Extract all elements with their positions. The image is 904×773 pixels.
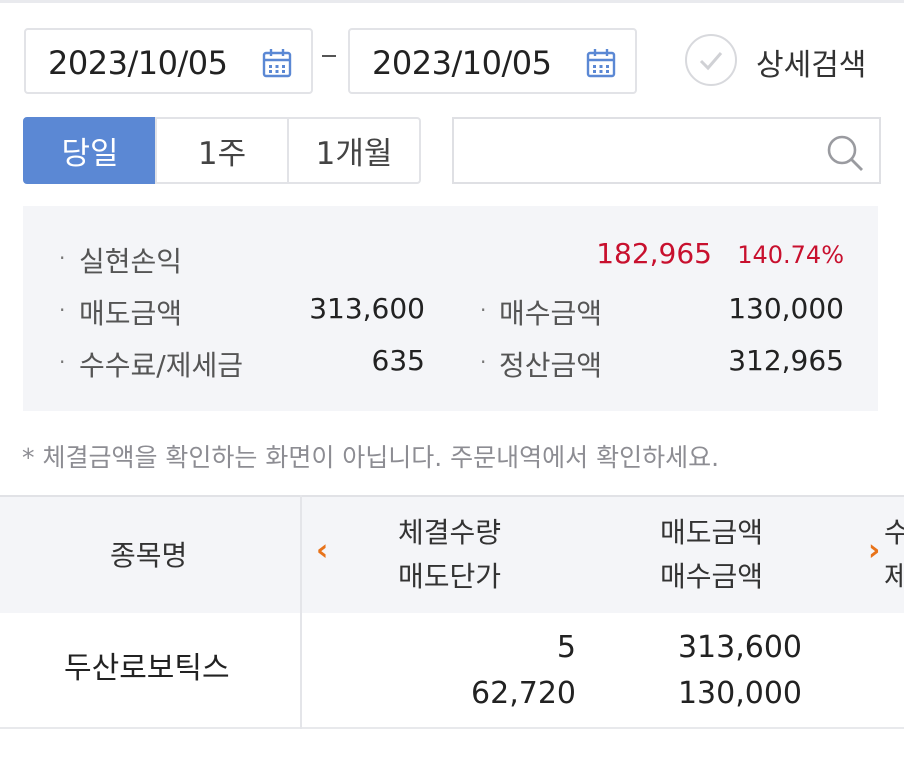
calendar-icon[interactable]	[585, 47, 617, 79]
header-col3-top: 수	[884, 516, 904, 549]
header-sell-price: 매도단가	[398, 560, 502, 593]
search-input[interactable]	[468, 119, 808, 179]
sell-amount-value: 313,600	[309, 292, 425, 325]
bullet: ·	[59, 298, 66, 322]
bullet: ·	[59, 350, 66, 374]
tab-1-month[interactable]: 1개월	[287, 117, 421, 184]
detail-search-label[interactable]: 상세검색	[756, 40, 866, 84]
tab-1-week[interactable]: 1주	[155, 117, 289, 184]
chevron-left-icon[interactable]: ‹	[316, 533, 328, 568]
date-separator	[322, 55, 336, 57]
sell-amount-label: 매도금액	[79, 297, 183, 330]
search-icon[interactable]	[825, 133, 865, 173]
summary-panel: · 실현손익 182,965 140.74% · 매도금액 313,600 · …	[23, 206, 878, 411]
table-row[interactable]: 두산로보틱스 5 62,720 313,600 130,000	[0, 613, 904, 729]
start-date-field[interactable]: 2023/10/05	[24, 28, 313, 94]
settlement-value: 312,965	[728, 344, 844, 377]
fee-tax-label: 수수료/제세금	[79, 349, 243, 382]
header-col3-bottom: 제	[884, 560, 904, 593]
header-qty: 체결수량	[398, 516, 502, 549]
row-sell-amount: 313,600	[677, 630, 802, 665]
header-stock-name: 종목명	[110, 539, 188, 572]
row-stock-name: 두산로보틱스	[64, 651, 230, 686]
realized-pnl-label: 실현손익	[79, 245, 183, 278]
header-buy-amount: 매수금액	[660, 560, 764, 593]
buy-amount-value: 130,000	[728, 292, 844, 325]
start-date-value: 2023/10/05	[48, 44, 228, 82]
calendar-icon[interactable]	[261, 47, 293, 79]
bullet: ·	[59, 246, 66, 270]
chevron-right-icon[interactable]: ›	[868, 533, 880, 568]
row-buy-amount: 130,000	[677, 676, 802, 711]
fee-tax-value: 635	[371, 344, 425, 377]
tab-today[interactable]: 당일	[23, 117, 157, 184]
end-date-value: 2023/10/05	[372, 44, 552, 82]
row-sell-price: 62,720	[471, 676, 576, 711]
settlement-label: 정산금액	[499, 349, 603, 382]
realized-pnl-rate: 140.74%	[737, 241, 844, 269]
detail-search-checkbox[interactable]	[685, 34, 737, 86]
buy-amount-label: 매수금액	[499, 297, 603, 330]
table-header: 종목명 ‹ 체결수량 매도단가 매도금액 매수금액 › 수 제	[0, 495, 904, 613]
top-divider	[0, 0, 904, 3]
header-sell-amount: 매도금액	[660, 516, 764, 549]
bullet: ·	[480, 298, 487, 322]
check-icon	[699, 52, 723, 71]
bullet: ·	[480, 350, 487, 374]
column-divider	[300, 495, 302, 729]
realized-pnl-value: 182,965	[596, 237, 712, 270]
period-tabs: 당일 1주 1개월	[23, 117, 421, 184]
notice-text: * 체결금액을 확인하는 화면이 아닙니다. 주문내역에서 확인하세요.	[22, 443, 720, 472]
end-date-field[interactable]: 2023/10/05	[348, 28, 637, 94]
stock-search-box	[452, 117, 881, 184]
row-qty: 5	[556, 630, 576, 665]
